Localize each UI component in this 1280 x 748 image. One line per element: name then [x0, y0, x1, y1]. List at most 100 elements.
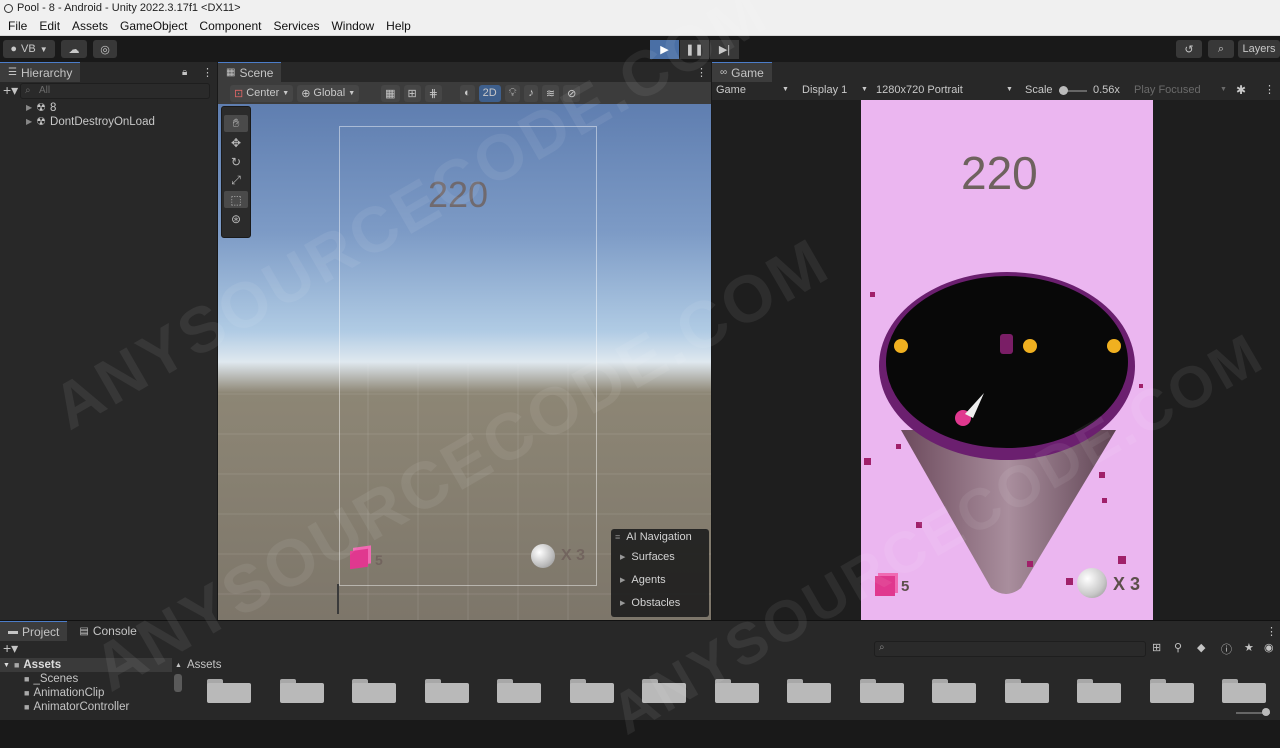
- zoom-slider-handle[interactable]: [1262, 708, 1270, 716]
- effects-toggle[interactable]: ≋: [541, 84, 560, 102]
- folder-icon[interactable]: [642, 679, 686, 703]
- display-dropdown[interactable]: Display 1: [802, 84, 847, 96]
- folder-icon[interactable]: [352, 679, 396, 703]
- space-dropdown[interactable]: ⊕ Global ▼: [297, 84, 360, 102]
- folder-icon[interactable]: [1004, 679, 1049, 703]
- move-tool[interactable]: ✥: [224, 134, 248, 151]
- folder-icon[interactable]: [1149, 679, 1194, 703]
- add-object-button[interactable]: +▾: [3, 82, 18, 99]
- grid-plane-button[interactable]: ⋕: [424, 84, 442, 102]
- mode-2d-toggle[interactable]: 2D: [478, 84, 501, 102]
- hand-tool[interactable]: ✋︎: [224, 115, 248, 132]
- star-icon[interactable]: ★: [1244, 641, 1254, 654]
- folder-icon[interactable]: [569, 679, 614, 703]
- layers-dropdown[interactable]: Layers: [1238, 40, 1280, 58]
- lighting-toggle[interactable]: 💡︎: [504, 84, 521, 102]
- scale-slider-handle[interactable]: [1059, 86, 1068, 95]
- tab-game[interactable]: ∞ Game: [712, 62, 772, 82]
- bug-icon[interactable]: ✱: [1236, 83, 1246, 97]
- visibility-toggle[interactable]: ⊘: [563, 84, 581, 102]
- tab-project[interactable]: ▬ Project: [0, 621, 68, 641]
- collab-icon: ◎: [100, 43, 110, 56]
- scale-tool[interactable]: ⤢: [224, 172, 248, 189]
- tree-item-assets[interactable]: ▼ ■ Assets: [0, 658, 172, 672]
- ai-nav-item-obstacles[interactable]: ▶ Obstacles: [611, 591, 709, 614]
- tab-scene[interactable]: ▦ Scene: [218, 62, 282, 82]
- menu-file[interactable]: File: [2, 19, 33, 33]
- tree-item[interactable]: ■ AnimatorController: [0, 700, 172, 714]
- pivot-dropdown[interactable]: ⊡ Center ▼: [230, 84, 294, 102]
- menu-services[interactable]: Services: [267, 19, 325, 33]
- eye-icon[interactable]: ◉: [1264, 641, 1274, 654]
- play-button[interactable]: ▶: [650, 40, 679, 59]
- ai-nav-item-agents[interactable]: ▶ Agents: [611, 568, 709, 591]
- folder-icon[interactable]: [1222, 679, 1266, 703]
- chevron-down-icon: ▼: [861, 86, 868, 93]
- create-asset-button[interactable]: +▾: [3, 640, 18, 657]
- tree-item[interactable]: ■ AnimationClip: [0, 686, 172, 700]
- lock-icon[interactable]: 🔒︎: [182, 67, 187, 78]
- menu-help[interactable]: Help: [380, 19, 417, 33]
- menu-gameobject[interactable]: GameObject: [114, 19, 193, 33]
- tree-scrollbar[interactable]: [174, 674, 182, 692]
- window-title: Pool - 8 - Android - Unity 2022.3.17f1 <…: [17, 2, 241, 14]
- folder-icon[interactable]: [932, 679, 976, 703]
- transform-tool[interactable]: ⊛: [224, 210, 248, 227]
- folder-icon[interactable]: [859, 679, 904, 703]
- tree-item[interactable]: ■ _Scenes: [0, 672, 172, 686]
- collab-button[interactable]: ◎: [93, 40, 117, 58]
- folder-icon[interactable]: [1077, 679, 1121, 703]
- drag-handle-icon[interactable]: ≡: [615, 532, 620, 542]
- folder-icon[interactable]: [207, 679, 251, 703]
- shading-mode-button[interactable]: ◐: [459, 84, 475, 102]
- scene-viewport[interactable]: 220 5 X 3 ✋︎ ✥ ↻ ⤢ ⬚ ⊛ ≡ AI Navigation ▶…: [218, 104, 711, 620]
- scale-label: Scale: [1025, 84, 1053, 96]
- scene-cube-icon: [350, 548, 368, 570]
- tab-hierarchy[interactable]: ☰ Hierarchy: [0, 62, 81, 82]
- rect-tool[interactable]: ⬚: [224, 191, 248, 208]
- search-button[interactable]: ⌕: [1208, 40, 1234, 58]
- menu-component[interactable]: Component: [193, 19, 267, 33]
- list-item[interactable]: ▶ ☢ 8: [0, 100, 217, 115]
- menu-edit[interactable]: Edit: [33, 19, 66, 33]
- grid-snap-button[interactable]: ▦: [381, 84, 400, 102]
- filter-type-icon[interactable]: ⚲: [1174, 641, 1182, 654]
- folder-icon[interactable]: [424, 679, 469, 703]
- game-viewport[interactable]: 220 5 X 3: [712, 100, 1280, 620]
- hierarchy-search-input[interactable]: ⌕ All: [20, 83, 210, 99]
- tab-console[interactable]: ▤ Console: [71, 621, 144, 641]
- zoom-slider[interactable]: [1236, 708, 1270, 716]
- folder-icon[interactable]: [279, 679, 324, 703]
- folder-icon: ■: [24, 674, 30, 684]
- folder-icon[interactable]: [714, 679, 759, 703]
- kebab-menu-icon[interactable]: ⋮: [1264, 83, 1275, 96]
- history-button[interactable]: ↺: [1176, 40, 1202, 58]
- chevron-down-icon: ▼: [282, 89, 290, 97]
- folder-icon[interactable]: [787, 679, 831, 703]
- account-button[interactable]: ● VB ▼: [3, 40, 55, 58]
- resolution-dropdown[interactable]: 1280x720 Portrait: [876, 84, 963, 96]
- kebab-menu-icon[interactable]: ⋮: [1266, 625, 1277, 638]
- play-focused-dropdown[interactable]: Play Focused: [1134, 84, 1201, 96]
- scale-slider[interactable]: [1059, 86, 1087, 95]
- ai-nav-item-surfaces[interactable]: ▶ Surfaces: [611, 545, 709, 568]
- step-button[interactable]: ▶|: [710, 40, 739, 59]
- label-icon[interactable]: ◆: [1197, 641, 1205, 654]
- rotate-tool[interactable]: ↻: [224, 153, 248, 170]
- kebab-menu-icon[interactable]: ⋮: [696, 66, 707, 79]
- create-icon[interactable]: ⊞: [1152, 641, 1161, 654]
- cloud-button[interactable]: ☁: [61, 40, 87, 58]
- project-search-input[interactable]: ⌕: [874, 641, 1146, 657]
- list-item[interactable]: ▶ ☢ DontDestroyOnLoad: [0, 114, 217, 129]
- pause-button[interactable]: ❚❚: [680, 40, 709, 59]
- menu-window[interactable]: Window: [325, 19, 380, 33]
- folder-icon[interactable]: [497, 679, 541, 703]
- scene-panel: ▦ Scene ⋮ ⊡ Center ▼ ⊕ Global ▼ ▦ ⊞ ⋕ ◐ …: [218, 62, 711, 620]
- info-icon[interactable]: ⓘ: [1221, 641, 1232, 657]
- menu-assets[interactable]: Assets: [66, 19, 114, 33]
- audio-toggle[interactable]: ♪: [524, 84, 538, 102]
- kebab-menu-icon[interactable]: ⋮: [202, 66, 213, 79]
- chevron-down-icon: ▼: [3, 661, 10, 669]
- snap-increment-button[interactable]: ⊞: [403, 84, 421, 102]
- game-view-dropdown[interactable]: Game: [716, 84, 746, 96]
